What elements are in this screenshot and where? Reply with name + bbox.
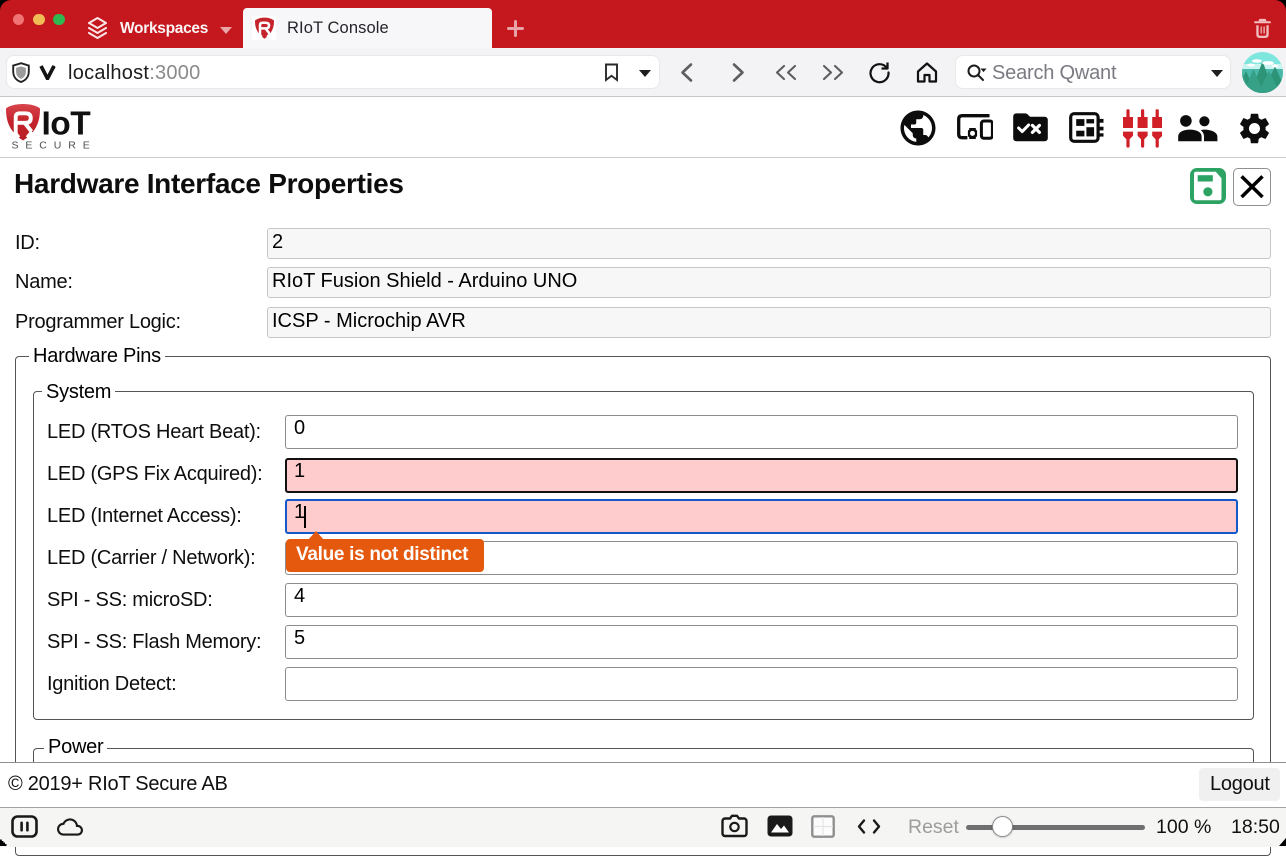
svg-text:IoT: IoT — [42, 106, 92, 143]
svg-text:SECURE: SECURE — [12, 140, 97, 150]
